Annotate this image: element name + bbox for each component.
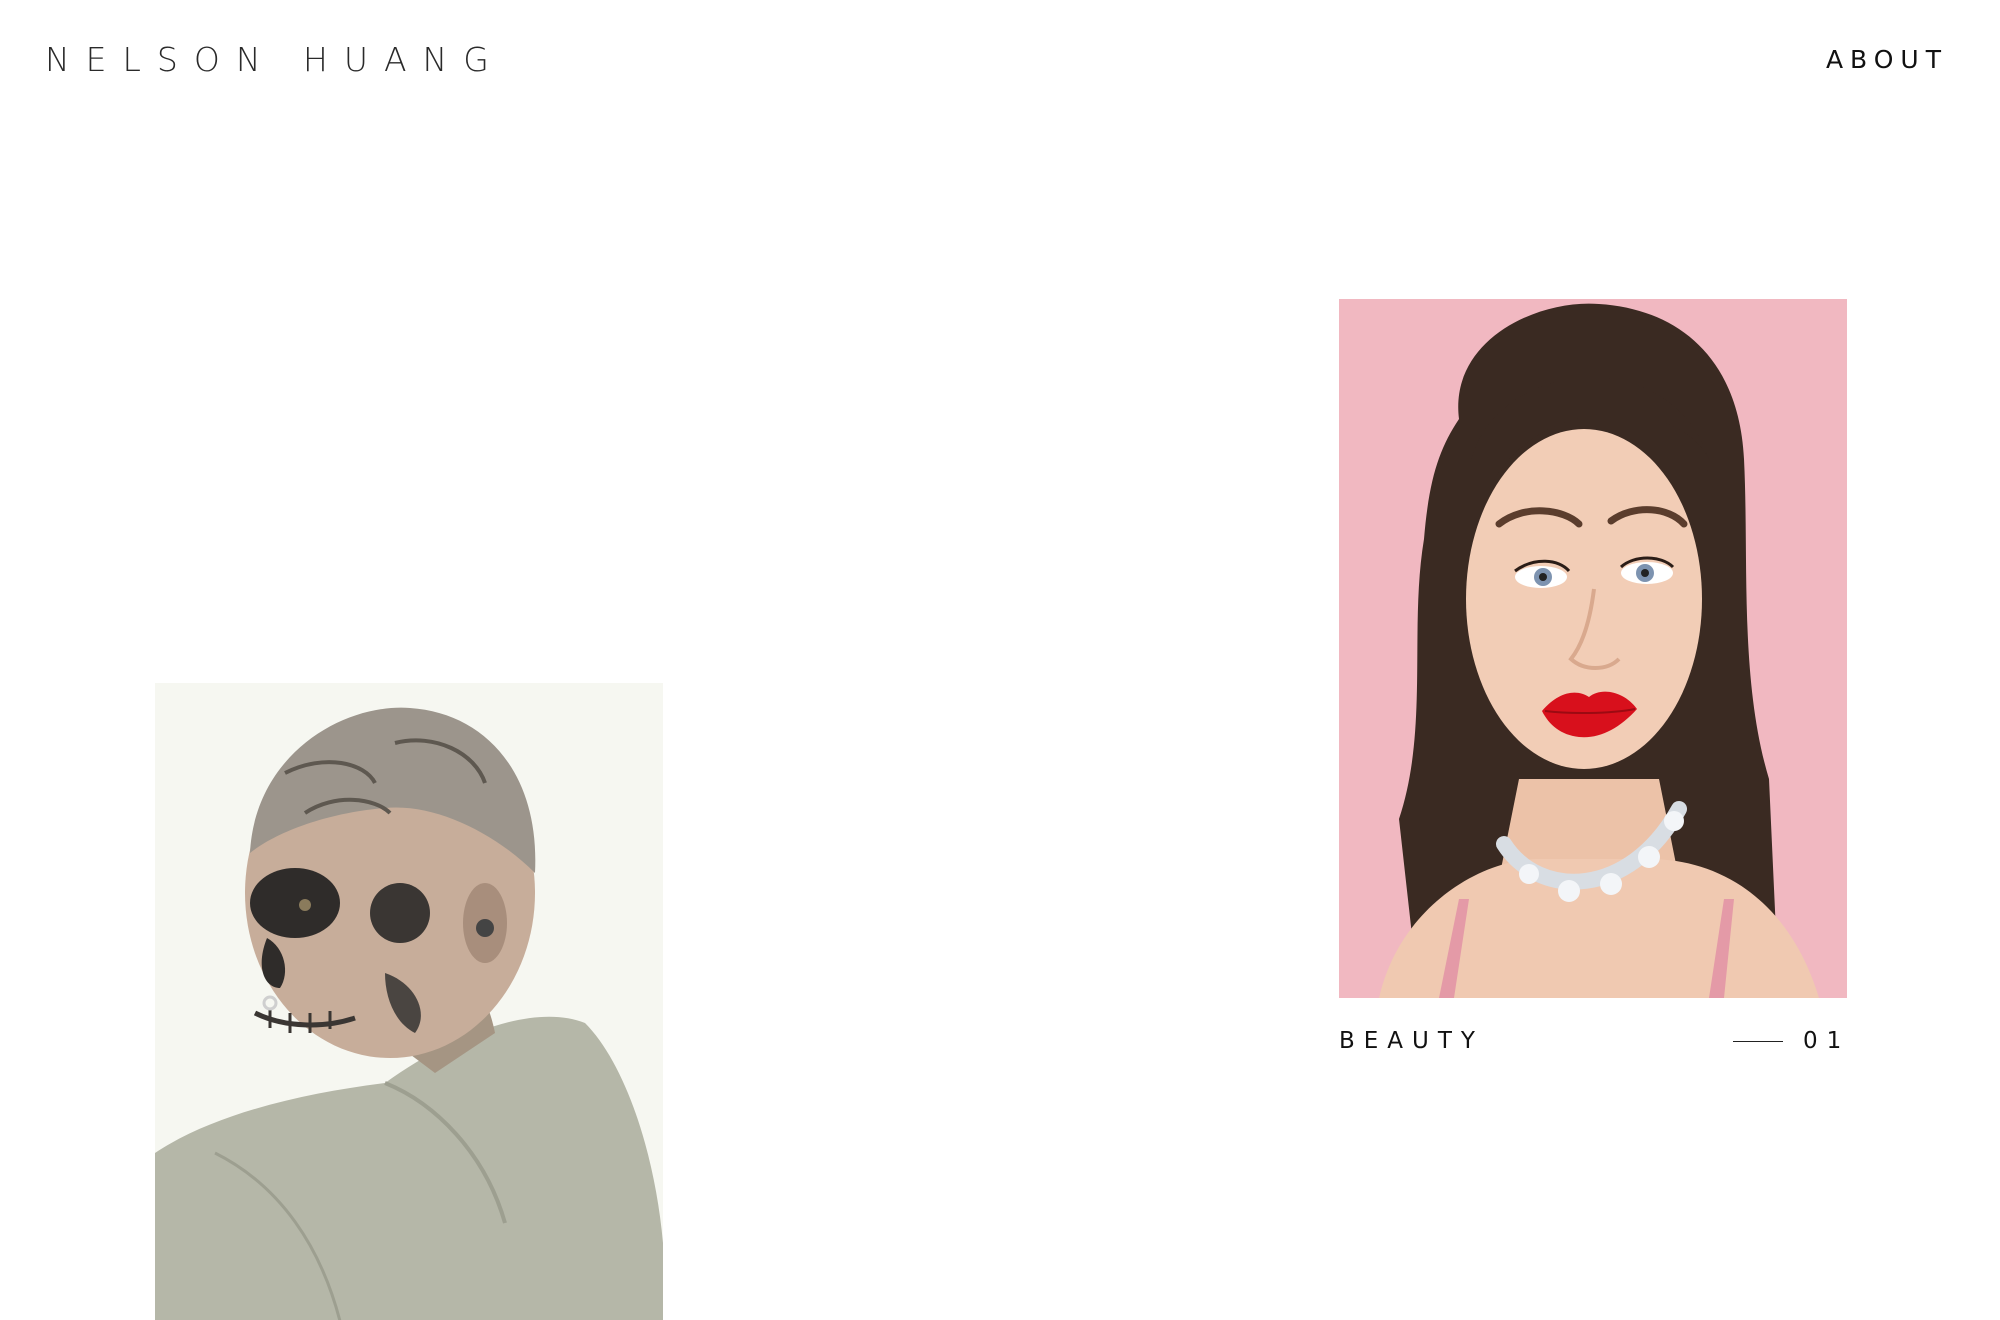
project-image-beauty[interactable] xyxy=(1339,299,1847,998)
project-image-portrait[interactable] xyxy=(155,683,663,1320)
beauty-portrait-illustration xyxy=(1339,299,1847,998)
site-logo[interactable]: NELSON HUANG xyxy=(45,40,505,80)
nav-about-link[interactable]: ABOUT xyxy=(1826,42,1948,78)
caption-divider xyxy=(1733,1041,1783,1042)
page: NELSON HUANG ABOUT BEAUTY 01 xyxy=(0,0,2000,1320)
project-number: 01 xyxy=(1803,1028,1851,1054)
tattoo-portrait-illustration xyxy=(155,683,663,1320)
project-caption-beauty[interactable]: BEAUTY 01 xyxy=(1339,1024,1847,1060)
project-title: BEAUTY xyxy=(1339,1028,1484,1054)
